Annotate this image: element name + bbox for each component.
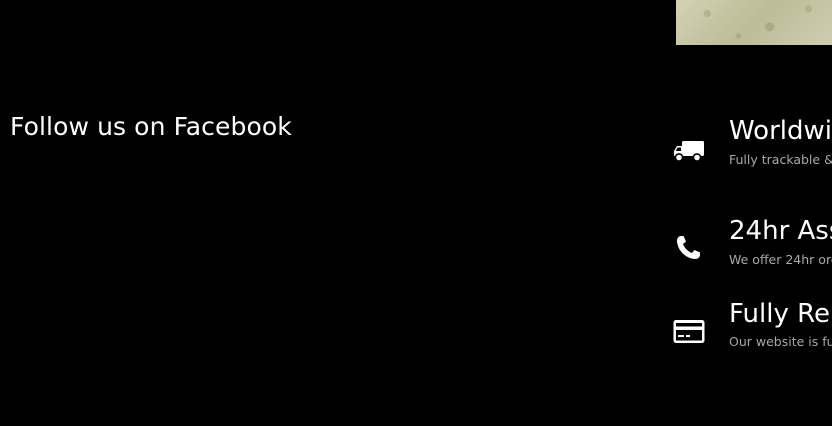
feature-description: Our website is ful smart phone. bbox=[729, 334, 832, 349]
feature-title: Fully Re bbox=[729, 299, 831, 329]
textured-image bbox=[676, 0, 832, 45]
footer-section: Follow us on Facebook Worldwi Fully trac… bbox=[0, 0, 832, 426]
feature-description: Fully trackable & Australia. bbox=[729, 152, 832, 167]
feature-description: We offer 24hr orc bbox=[729, 252, 832, 267]
facebook-heading: Follow us on Facebook bbox=[10, 112, 292, 141]
credit-card-icon bbox=[672, 315, 706, 349]
feature-title: 24hr Ass bbox=[729, 216, 832, 246]
truck-icon bbox=[672, 133, 706, 167]
feature-title: Worldwi bbox=[729, 116, 832, 146]
phone-icon bbox=[672, 230, 706, 264]
